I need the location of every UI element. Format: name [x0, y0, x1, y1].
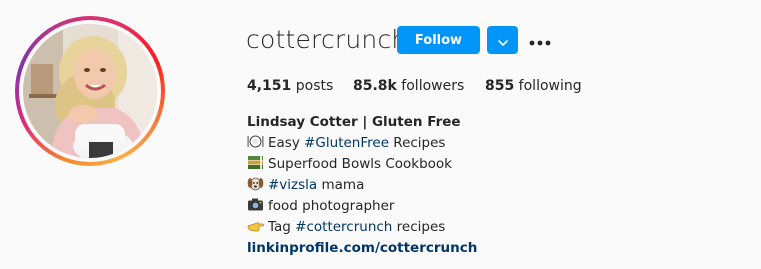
- avatar-story-ring[interactable]: [15, 16, 165, 166]
- posts-number: 4,151: [247, 78, 292, 94]
- profile-username: cottercrunch: [246, 25, 408, 54]
- hashtag-link[interactable]: #cottercrunch: [295, 219, 392, 235]
- following-number: 855: [485, 78, 515, 94]
- following-label: following: [514, 78, 582, 94]
- bio-text: Easy: [268, 135, 305, 151]
- bio-line-photographer: food photographer: [247, 196, 477, 217]
- hashtag-link[interactable]: #vizsla: [268, 177, 317, 193]
- bio-text: Superfood Bowls Cookbook: [268, 156, 452, 172]
- camera-icon: [248, 198, 263, 211]
- posts-count: 4,151 posts: [247, 77, 333, 95]
- bio-line-tag: Tag #cottercrunch recipes: [247, 217, 477, 238]
- chevron-down-icon: [497, 31, 508, 50]
- bio-text: food photographer: [268, 198, 395, 214]
- more-options-button[interactable]: [528, 30, 552, 50]
- followers-link[interactable]: 85.8k followers: [353, 77, 464, 95]
- followers-number: 85.8k: [353, 78, 397, 94]
- bio-website-link[interactable]: linkinprofile.com/cottercrunch: [247, 238, 477, 259]
- bio-text: recipes: [392, 219, 446, 235]
- bio-text: Recipes: [389, 135, 446, 151]
- bio-line-vizsla: #vizsla mama: [247, 175, 477, 196]
- posts-label: posts: [291, 78, 334, 94]
- profile-full-name: Lindsay Cotter | Gluten Free: [247, 114, 461, 130]
- following-link[interactable]: 855 following: [485, 77, 582, 95]
- bio-text: mama: [317, 177, 365, 193]
- dog-face-icon: [247, 177, 264, 191]
- profile-bio: Lindsay Cotter | Gluten Free Easy #Glute…: [247, 112, 477, 259]
- followers-label: followers: [396, 78, 465, 94]
- bio-line-cookbook: Superfood Bowls Cookbook: [247, 154, 477, 175]
- suggested-accounts-button[interactable]: [487, 26, 518, 54]
- more-horizontal-icon: [529, 31, 551, 50]
- bio-text: Tag: [268, 219, 296, 235]
- avatar[interactable]: [23, 24, 157, 158]
- bio-line-recipes: Easy #GlutenFree Recipes: [247, 133, 477, 154]
- books-icon: [248, 156, 263, 169]
- pointing-hand-icon: [247, 222, 264, 232]
- hashtag-link[interactable]: #GlutenFree: [304, 135, 389, 151]
- follow-button[interactable]: Follow: [397, 26, 480, 54]
- profile-photo: [23, 24, 157, 158]
- plate-cutlery-icon: [247, 135, 264, 148]
